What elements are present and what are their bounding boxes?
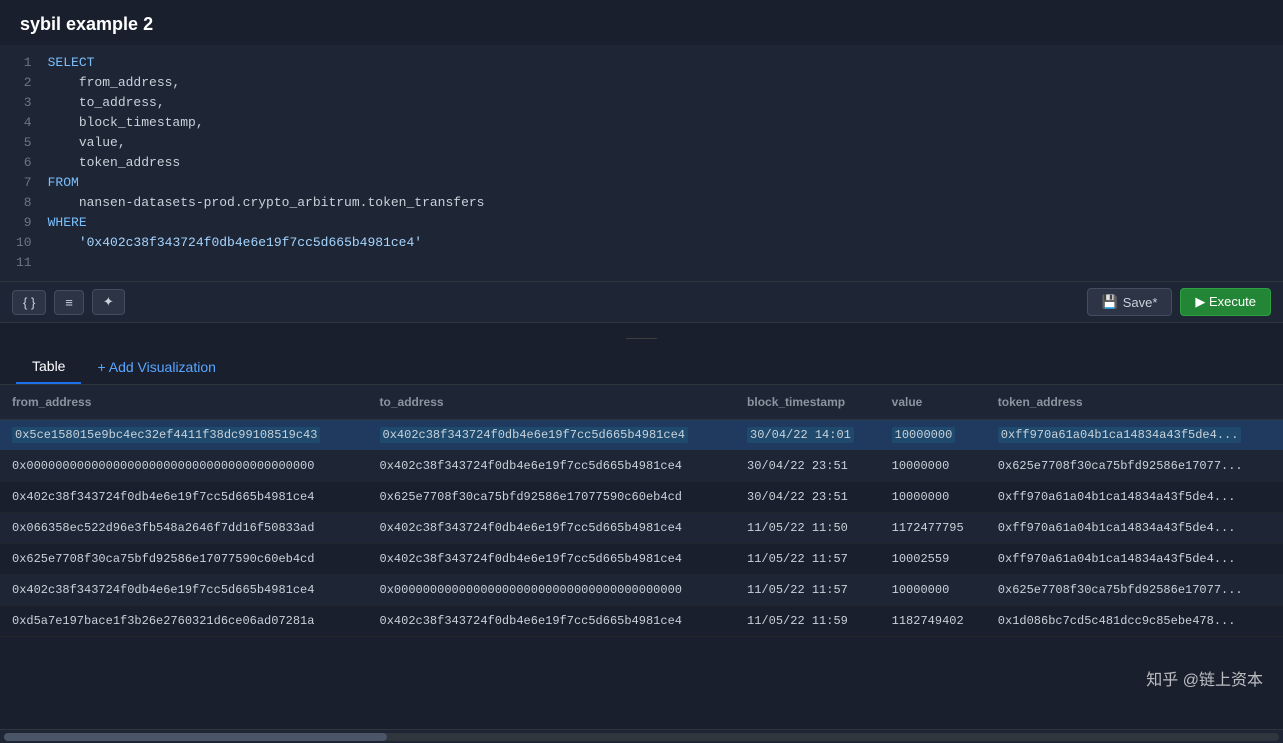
tab-table[interactable]: Table xyxy=(16,350,81,384)
cell-block_timestamp: 11/05/22 11:59 xyxy=(735,606,880,637)
execute-label: ▶ Execute xyxy=(1195,294,1256,310)
toolbar: { } ≡ ✦ 💾 Save* ▶ Execute xyxy=(0,281,1283,323)
scrollbar-thumb xyxy=(4,733,387,741)
table-header-row: from_address to_address block_timestamp … xyxy=(0,385,1283,420)
cell-block_timestamp: 11/05/22 11:57 xyxy=(735,544,880,575)
cell-to_address: 0x402c38f343724f0db4e6e19f7cc5d665b4981c… xyxy=(368,513,736,544)
cell-block_timestamp: 30/04/22 23:51 xyxy=(735,451,880,482)
col-to-address: to_address xyxy=(368,385,736,420)
results-area: Table + Add Visualization from_address t… xyxy=(0,350,1283,743)
table-row: 0x625e7708f30ca75bfd92586e17077590c60eb4… xyxy=(0,544,1283,575)
drag-handle[interactable]: ⸻ xyxy=(0,323,1283,350)
cell-token_address: 0x625e7708f30ca75bfd92586e17077... xyxy=(986,451,1283,482)
code-editor: 12345 67891011 SELECT from_address, to_a… xyxy=(0,45,1283,281)
cell-value: 10000000 xyxy=(880,575,986,606)
cell-from_address: 0x625e7708f30ca75bfd92586e17077590c60eb4… xyxy=(0,544,368,575)
tabs: Table + Add Visualization xyxy=(0,350,1283,385)
tab-add-visualization[interactable]: + Add Visualization xyxy=(85,351,227,383)
col-from-address: from_address xyxy=(0,385,368,420)
cell-to_address: 0x402c38f343724f0db4e6e19f7cc5d665b4981c… xyxy=(368,420,736,451)
scrollbar-track xyxy=(4,733,1279,741)
table-row: 0x00000000000000000000000000000000000000… xyxy=(0,451,1283,482)
star-btn[interactable]: ✦ xyxy=(92,289,125,315)
execute-button[interactable]: ▶ Execute xyxy=(1180,288,1271,316)
json-btn[interactable]: { } xyxy=(12,290,46,315)
cell-value: 10002559 xyxy=(880,544,986,575)
col-block-timestamp: block_timestamp xyxy=(735,385,880,420)
list-btn[interactable]: ≡ xyxy=(54,290,84,315)
cell-block_timestamp: 11/05/22 11:50 xyxy=(735,513,880,544)
cell-value: 10000000 xyxy=(880,482,986,513)
table-container[interactable]: from_address to_address block_timestamp … xyxy=(0,385,1283,729)
table-row: 0xd5a7e197bace1f3b26e2760321d6ce06ad0728… xyxy=(0,606,1283,637)
cell-token_address: 0xff970a61a04b1ca14834a43f5de4... xyxy=(986,482,1283,513)
cell-to_address: 0x402c38f343724f0db4e6e19f7cc5d665b4981c… xyxy=(368,606,736,637)
cell-from_address: 0x066358ec522d96e3fb548a2646f7dd16f50833… xyxy=(0,513,368,544)
cell-from_address: 0x5ce158015e9bc4ec32ef4411f38dc99108519c… xyxy=(0,420,368,451)
cell-token_address: 0xff970a61a04b1ca14834a43f5de4... xyxy=(986,420,1283,451)
app-title: sybil example 2 xyxy=(0,0,1283,45)
table-row: 0x5ce158015e9bc4ec32ef4411f38dc99108519c… xyxy=(0,420,1283,451)
cell-block_timestamp: 30/04/22 14:01 xyxy=(735,420,880,451)
cell-value: 1172477795 xyxy=(880,513,986,544)
table-row: 0x402c38f343724f0db4e6e19f7cc5d665b4981c… xyxy=(0,482,1283,513)
cell-from_address: 0x00000000000000000000000000000000000000… xyxy=(0,451,368,482)
cell-to_address: 0x00000000000000000000000000000000000000… xyxy=(368,575,736,606)
table-row: 0x402c38f343724f0db4e6e19f7cc5d665b4981c… xyxy=(0,575,1283,606)
save-label: Save* xyxy=(1123,295,1158,310)
cell-token_address: 0x625e7708f30ca75bfd92586e17077... xyxy=(986,575,1283,606)
cell-to_address: 0x625e7708f30ca75bfd92586e17077590c60eb4… xyxy=(368,482,736,513)
cell-from_address: 0xd5a7e197bace1f3b26e2760321d6ce06ad0728… xyxy=(0,606,368,637)
results-table: from_address to_address block_timestamp … xyxy=(0,385,1283,637)
cell-block_timestamp: 30/04/22 23:51 xyxy=(735,482,880,513)
cell-value: 1182749402 xyxy=(880,606,986,637)
code-block: 12345 67891011 SELECT from_address, to_a… xyxy=(0,45,1283,281)
line-numbers: 12345 67891011 xyxy=(0,53,48,273)
code-content[interactable]: SELECT from_address, to_address, block_t… xyxy=(48,53,1283,273)
cell-to_address: 0x402c38f343724f0db4e6e19f7cc5d665b4981c… xyxy=(368,544,736,575)
cell-token_address: 0xff970a61a04b1ca14834a43f5de4... xyxy=(986,513,1283,544)
save-button[interactable]: 💾 Save* xyxy=(1087,288,1173,316)
cell-value: 10000000 xyxy=(880,420,986,451)
col-token-address: token_address xyxy=(986,385,1283,420)
col-value: value xyxy=(880,385,986,420)
table-row: 0x066358ec522d96e3fb548a2646f7dd16f50833… xyxy=(0,513,1283,544)
cell-token_address: 0x1d086bc7cd5c481dcc9c85ebe478... xyxy=(986,606,1283,637)
cell-to_address: 0x402c38f343724f0db4e6e19f7cc5d665b4981c… xyxy=(368,451,736,482)
save-icon: 💾 xyxy=(1102,294,1118,310)
cell-from_address: 0x402c38f343724f0db4e6e19f7cc5d665b4981c… xyxy=(0,575,368,606)
bottom-scrollbar[interactable] xyxy=(0,729,1283,743)
cell-block_timestamp: 11/05/22 11:57 xyxy=(735,575,880,606)
cell-value: 10000000 xyxy=(880,451,986,482)
cell-from_address: 0x402c38f343724f0db4e6e19f7cc5d665b4981c… xyxy=(0,482,368,513)
cell-token_address: 0xff970a61a04b1ca14834a43f5de4... xyxy=(986,544,1283,575)
